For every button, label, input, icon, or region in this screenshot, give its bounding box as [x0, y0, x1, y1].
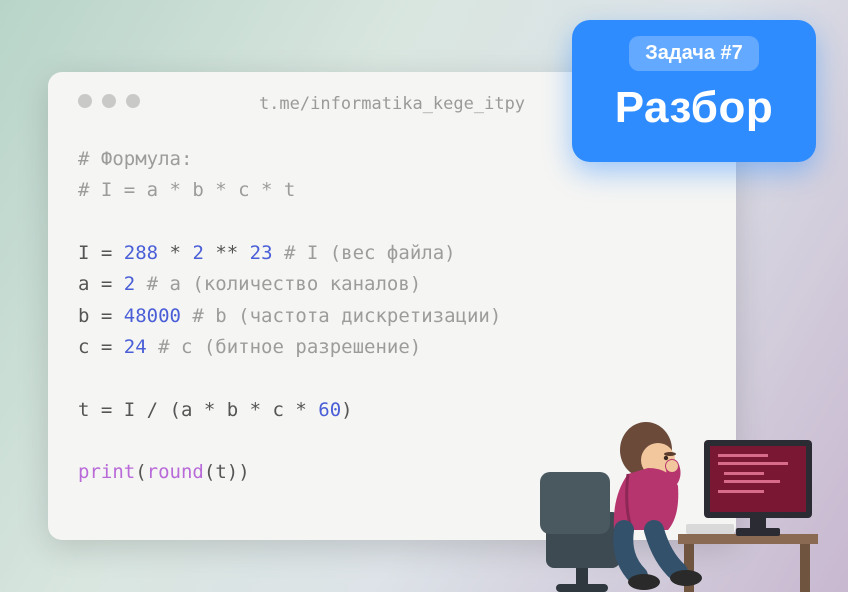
badge-title: Разбор — [582, 83, 806, 133]
var: b — [78, 305, 89, 327]
number: 24 — [124, 336, 147, 358]
number: 60 — [318, 399, 341, 421]
task-badge: Задача #7 Разбор — [572, 20, 816, 162]
var: a — [78, 273, 89, 295]
var: I — [78, 242, 89, 264]
number: 23 — [250, 242, 273, 264]
number: 2 — [192, 242, 203, 264]
comment: # c (битное разрешение) — [147, 336, 422, 358]
code-line: a = 2 # a (количество каналов) — [78, 269, 706, 300]
function: round — [147, 461, 204, 483]
comment: # I (вес файла) — [273, 242, 456, 264]
character-illustration — [528, 362, 818, 592]
var: c — [78, 336, 89, 358]
var: t — [78, 399, 89, 421]
comment: # I = a * b * c * t — [78, 179, 295, 201]
number: 288 — [124, 242, 158, 264]
comment: # a (количество каналов) — [135, 273, 421, 295]
code-line: b = 48000 # b (частота дискретизации) — [78, 301, 706, 332]
number: 48000 — [124, 305, 181, 327]
code-line: # I = a * b * c * t — [78, 175, 706, 206]
function: print — [78, 461, 135, 483]
number: 2 — [124, 273, 135, 295]
badge-subtitle: Задача #7 — [629, 36, 759, 71]
code-line: I = 288 * 2 ** 23 # I (вес файла) — [78, 238, 706, 269]
blank-line — [78, 207, 706, 238]
comment: # Формула: — [78, 148, 192, 170]
comment: # b (частота дискретизации) — [181, 305, 501, 327]
code-line: c = 24 # c (битное разрешение) — [78, 332, 706, 363]
